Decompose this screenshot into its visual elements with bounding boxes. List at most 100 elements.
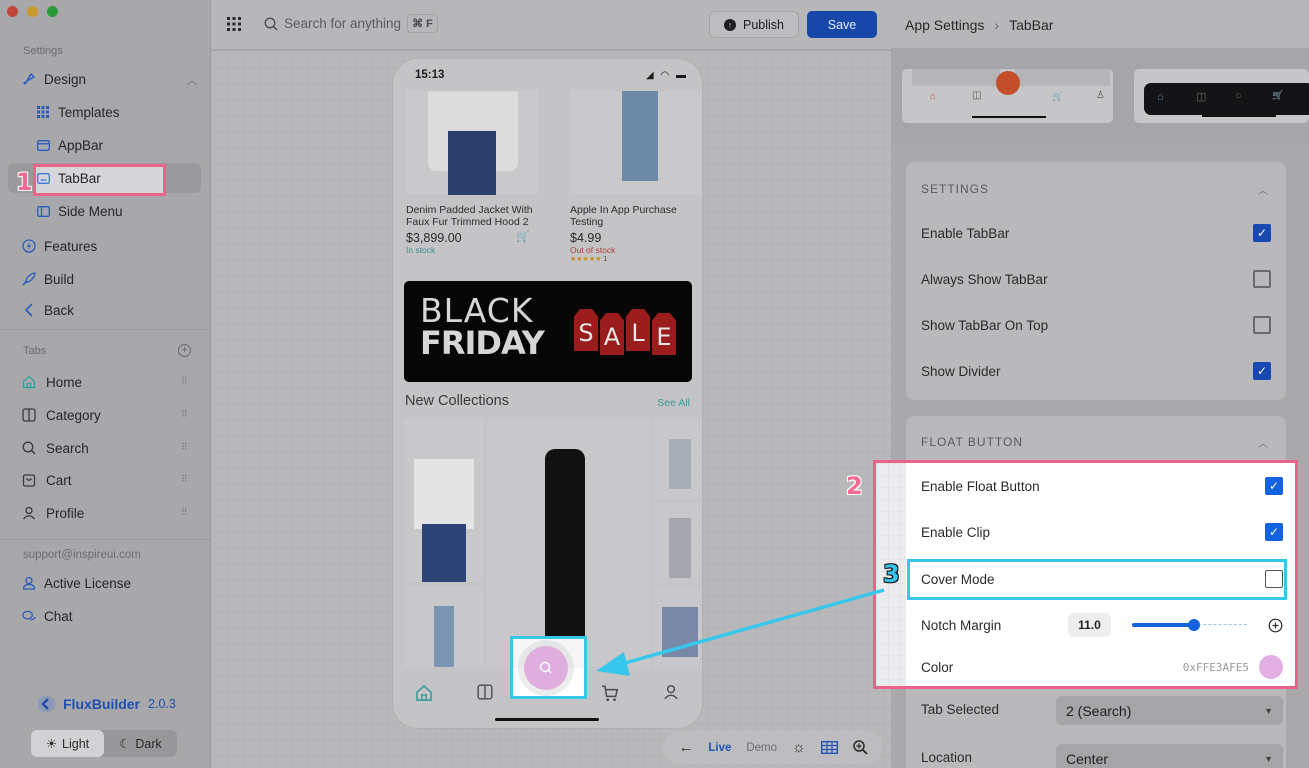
sidebar-tab-cart[interactable]: Cart: [22, 468, 72, 492]
show-divider-checkbox[interactable]: ✓: [1253, 362, 1271, 380]
category-icon[interactable]: [477, 684, 495, 702]
sidebar-item-label: Home: [46, 374, 83, 390]
product-card[interactable]: Apple In App Purchase Testing $4.99 Out …: [570, 91, 702, 263]
theme-dark-button[interactable]: ☾ Dark: [104, 730, 177, 757]
sidebar-item-features[interactable]: Features: [22, 234, 97, 258]
black-friday-banner[interactable]: BLACK FRIDAY S A L E: [404, 281, 692, 382]
enable-tabbar-checkbox[interactable]: ✓: [1253, 224, 1271, 242]
theme-light-label: Light: [62, 736, 90, 751]
minimize-window-button[interactable]: [27, 6, 38, 17]
setting-label: Show Divider: [921, 363, 1001, 379]
caret-down-icon: ▼: [1264, 705, 1273, 716]
collection-image[interactable]: [404, 586, 484, 668]
setting-row-color: Color 0xFFE3AFE5: [921, 652, 1283, 682]
save-button[interactable]: Save: [807, 11, 877, 38]
collection-image[interactable]: [487, 419, 650, 668]
sidebar-tab-category[interactable]: Category: [22, 403, 101, 427]
maximize-window-button[interactable]: [47, 6, 58, 17]
collection-image[interactable]: [654, 503, 702, 583]
sidebar-item-back[interactable]: Back: [22, 298, 74, 322]
sidebar-item-tabbar[interactable]: TabBar: [36, 166, 101, 190]
chevron-up-icon[interactable]: ︿: [187, 72, 197, 87]
tab-selected-dropdown[interactable]: 2 (Search) ▼: [1056, 696, 1283, 725]
drag-handle-icon[interactable]: ⠿: [181, 475, 188, 484]
breadcrumb: App Settings › TabBar: [905, 17, 1053, 33]
drag-handle-icon[interactable]: ⠿: [181, 410, 188, 419]
show-tabbar-on-top-checkbox[interactable]: [1253, 316, 1271, 334]
enable-float-button-checkbox[interactable]: ✓: [1265, 477, 1283, 495]
sale-tag: L: [626, 309, 650, 351]
demo-mode-button[interactable]: Demo: [746, 742, 777, 754]
location-dropdown[interactable]: Center ▼: [1056, 744, 1283, 768]
product-card[interactable]: Denim Padded Jacket With Faux Fur Trimme…: [406, 91, 538, 255]
grid-view-icon[interactable]: [820, 741, 838, 754]
setting-label: Notch Margin: [921, 617, 1002, 633]
cover-mode-checkbox[interactable]: [1265, 570, 1283, 588]
sidebar-tab-profile[interactable]: Profile: [22, 501, 84, 525]
product-name: Denim Padded Jacket With Faux Fur Trimme…: [406, 204, 533, 228]
publish-button[interactable]: ↑ Publish: [709, 11, 799, 38]
setting-row-notch-margin: Notch Margin 11.0: [921, 610, 1283, 640]
apps-grid-icon[interactable]: [227, 17, 241, 31]
cart-icon[interactable]: [601, 684, 619, 702]
sidebar-item-build[interactable]: Build: [22, 267, 74, 291]
live-mode-button[interactable]: Live: [708, 742, 731, 754]
drag-handle-icon[interactable]: ⠿: [181, 377, 188, 386]
chevron-up-icon[interactable]: ︿: [1258, 435, 1268, 450]
collection-image[interactable]: [654, 419, 702, 499]
setting-row-show-divider: Show Divider ✓: [921, 356, 1271, 386]
close-window-button[interactable]: [7, 6, 18, 17]
add-tab-icon[interactable]: +: [178, 344, 191, 357]
sidebar-tab-search[interactable]: Search: [22, 436, 89, 460]
enable-clip-checkbox[interactable]: ✓: [1265, 523, 1283, 541]
sidebar-item-templates[interactable]: Templates: [36, 100, 120, 124]
float-search-button[interactable]: [524, 646, 568, 690]
notch-margin-slider[interactable]: [1131, 619, 1247, 631]
sidebar-item-appbar[interactable]: AppBar: [36, 133, 103, 157]
theme-light-button[interactable]: ☀ Light: [31, 730, 104, 757]
sidebar-tab-home[interactable]: Home: [22, 370, 192, 394]
color-swatch[interactable]: [1259, 655, 1283, 679]
cart-icon: [22, 473, 36, 487]
see-all-link[interactable]: See All: [657, 397, 690, 409]
search-input[interactable]: Search for anything ⌘ F: [264, 14, 438, 33]
collection-image[interactable]: [404, 419, 484, 582]
drag-handle-icon[interactable]: ⠿: [181, 443, 188, 452]
sidebar-item-design[interactable]: Design ︿: [22, 67, 197, 91]
slider-thumb[interactable]: [1187, 619, 1200, 631]
add-circle-icon[interactable]: [1268, 618, 1283, 633]
sidebar-item-label: Build: [44, 271, 75, 287]
setting-row-enable-clip: Enable Clip ✓: [921, 517, 1283, 547]
chevron-up-icon[interactable]: ︿: [1258, 182, 1268, 197]
brand-version: 2.0.3: [148, 697, 176, 711]
always-show-tabbar-checkbox[interactable]: [1253, 270, 1271, 288]
drag-handle-icon[interactable]: ⠿: [181, 508, 188, 517]
rating: ★★★★★ 1: [570, 255, 702, 263]
setting-row-enable-float-button: Enable Float Button ✓: [921, 471, 1283, 501]
collection-image[interactable]: [654, 587, 702, 668]
add-to-cart-icon[interactable]: 🛒: [516, 230, 530, 243]
arrow-left-icon[interactable]: ←: [678, 739, 693, 756]
preset-style-dark[interactable]: ⌂ ◫ ○ 🛒: [1134, 69, 1309, 123]
sidebar-item-label: Active License: [44, 575, 132, 591]
sidebar-item-label: Profile: [46, 505, 85, 521]
appbar-icon: [36, 138, 50, 152]
home-icon[interactable]: [415, 684, 433, 702]
notch-margin-value[interactable]: 11.0: [1068, 613, 1111, 637]
breadcrumb-app-settings[interactable]: App Settings: [905, 17, 984, 33]
tabbar-style-presets: ⌂ ◫ 🛒 ♙ ⌂ ◫ ○ 🛒: [891, 48, 1309, 144]
cart-icon: 🛒: [1272, 90, 1284, 100]
category-icon: ◫: [1196, 91, 1207, 103]
preset-style-light[interactable]: ⌂ ◫ 🛒 ♙: [902, 69, 1113, 123]
profile-icon[interactable]: [663, 684, 681, 702]
brightness-icon[interactable]: ☼: [792, 739, 806, 756]
sidebar-item-label: Templates: [58, 104, 120, 120]
sidebar-item-side-menu[interactable]: Side Menu: [36, 199, 123, 223]
sidebar-item-chat[interactable]: Chat: [22, 604, 73, 628]
search-icon: [539, 661, 553, 675]
sidebar-item-active-license[interactable]: Active License: [22, 571, 131, 595]
window-controls: [7, 6, 58, 17]
search-icon: [264, 17, 278, 31]
zoom-in-icon[interactable]: [852, 740, 868, 755]
sidebar-item-label: Side Menu: [58, 203, 123, 219]
